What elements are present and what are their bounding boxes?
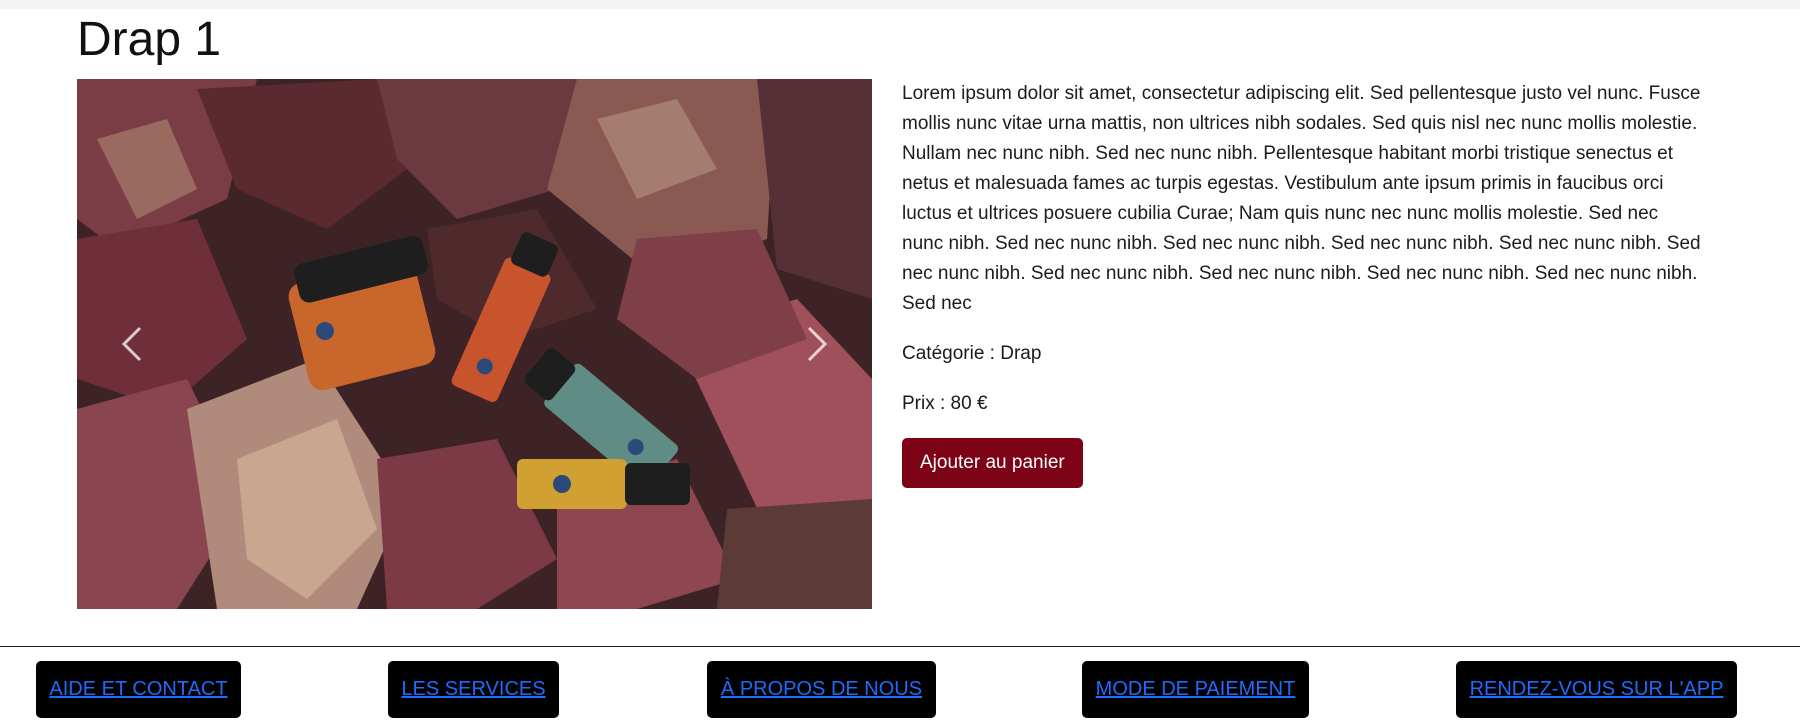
carousel-prev-button[interactable]: [107, 319, 157, 369]
footer-link-services[interactable]: LES SERVICES: [388, 661, 559, 718]
top-bar: [0, 0, 1800, 9]
chevron-right-icon: [807, 326, 828, 362]
product-category: Catégorie : Drap: [902, 343, 1042, 364]
page-title: Drap 1: [77, 13, 222, 66]
product-price: Prix : 80 €: [902, 393, 988, 414]
footer-link-aide-contact[interactable]: AIDE ET CONTACT: [36, 661, 241, 718]
product-details: Lorem ipsum dolor sit amet, consectetur …: [902, 79, 1702, 488]
product-image-carousel[interactable]: [77, 79, 872, 609]
chevron-left-icon: [121, 326, 142, 362]
add-to-cart-button[interactable]: Ajouter au panier: [902, 438, 1083, 488]
footer-link-a-propos[interactable]: À PROPOS DE NOUS: [707, 661, 936, 718]
product-photo: [77, 79, 872, 609]
footer-link-app[interactable]: RENDEZ-VOUS SUR L'APP: [1456, 661, 1737, 718]
product-description: Lorem ipsum dolor sit amet, consectetur …: [902, 83, 1701, 314]
footer-link-mode-paiement[interactable]: MODE DE PAIEMENT: [1082, 661, 1309, 718]
carousel-next-button[interactable]: [792, 319, 842, 369]
footer: AIDE ET CONTACT LES SERVICES À PROPOS DE…: [0, 646, 1800, 726]
